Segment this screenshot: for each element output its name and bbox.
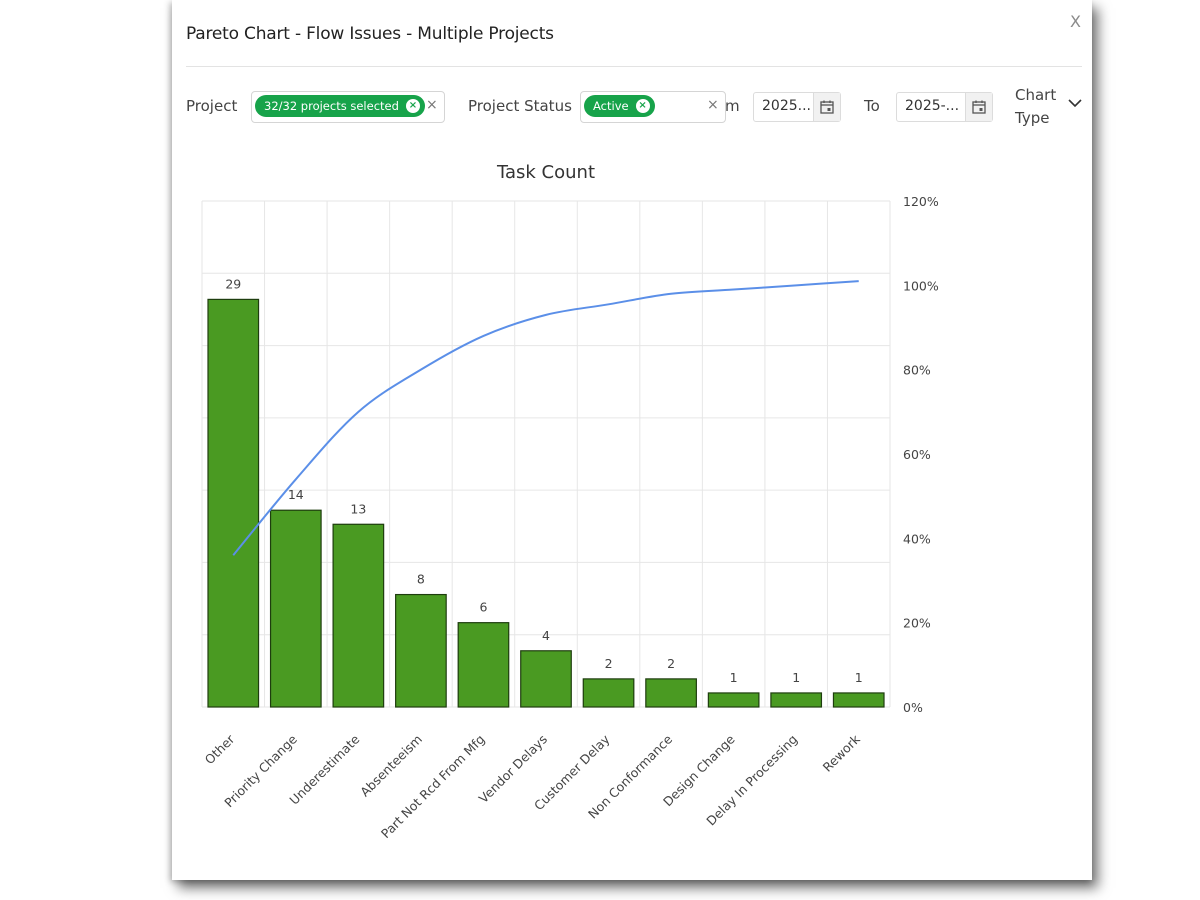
- bar-2: [332, 523, 385, 708]
- x-tick-label: Other: [202, 731, 238, 767]
- bar-data-label: 14: [288, 487, 304, 502]
- bar-1: [269, 509, 322, 708]
- bar-data-label: 1: [792, 670, 800, 685]
- y-right-tick-label: 60%: [903, 447, 931, 462]
- y-right-tick-label: 20%: [903, 616, 931, 631]
- y-right-tick-label: 120%: [903, 194, 939, 209]
- bar-7: [645, 678, 697, 708]
- bar-data-label: 8: [417, 572, 425, 587]
- bar-10: [832, 692, 885, 708]
- bar-8: [707, 692, 760, 708]
- y-right-tick-label: 100%: [903, 278, 939, 293]
- bar-data-label: 4: [542, 628, 550, 643]
- bar-data-label: 29: [225, 276, 241, 291]
- bar-data-label: 6: [479, 600, 487, 615]
- bar-data-label: 1: [730, 670, 738, 685]
- bar-data-label: 13: [350, 501, 366, 516]
- chart-title: Task Count: [496, 162, 595, 183]
- bar-9: [770, 692, 823, 708]
- bar-6: [582, 678, 635, 708]
- bar-3: [395, 593, 447, 708]
- bar-5: [520, 650, 572, 708]
- bar-4: [457, 622, 510, 708]
- bar-data-label: 2: [667, 656, 675, 671]
- bar-data-label: 2: [605, 656, 613, 671]
- x-tick-label: Absenteeism: [357, 732, 425, 800]
- x-tick-label: Part Not Rcd From Mfg: [378, 732, 488, 842]
- x-tick-label: Rework: [820, 731, 864, 775]
- y-right-tick-label: 40%: [903, 531, 931, 546]
- bar-data-label: 1: [855, 670, 863, 685]
- bar-0: [207, 298, 260, 708]
- y-right-tick-label: 0%: [903, 700, 923, 715]
- pareto-chart: Task Count0%20%40%60%80%100%120%29141386…: [201, 162, 939, 842]
- y-right-tick-label: 80%: [903, 363, 931, 378]
